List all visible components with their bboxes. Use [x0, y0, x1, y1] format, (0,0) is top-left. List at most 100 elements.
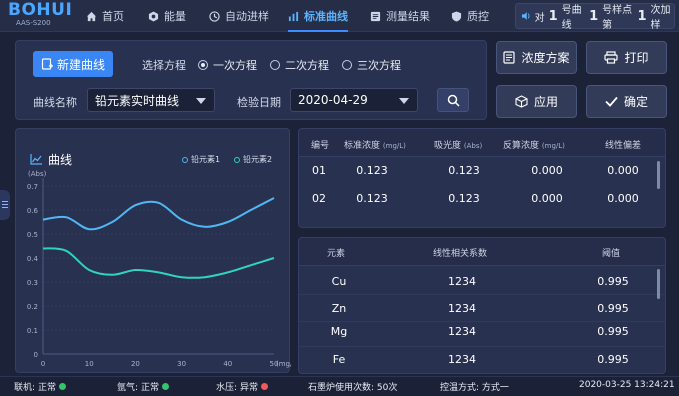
y-tick-label: 0.3 [27, 279, 38, 287]
status-led [162, 383, 170, 390]
notice-text-4: 次加样 [650, 5, 671, 31]
search-button[interactable] [437, 88, 469, 112]
new-curve-button[interactable]: 新建曲线 [33, 51, 113, 77]
radio-linear-label: 一次方程 [213, 59, 257, 72]
menu-icon [2, 201, 8, 202]
notice-point-number: 1 [589, 8, 599, 24]
col-absorbance-label: 吸光度 [434, 141, 462, 151]
notice-sample-number: 1 [637, 8, 647, 24]
document-icon [503, 51, 516, 64]
status-bar: 联机: 正常 氩气: 正常 水压: 异常 石墨炉使用次数: 50次 控温方式: … [0, 376, 679, 396]
tab-standard-curve-label: 标准曲线 [304, 10, 348, 23]
side-drawer-handle[interactable] [0, 190, 10, 220]
confirm-button[interactable]: 确定 [586, 85, 667, 118]
curve-name-value: 铅元素实时曲线 [95, 93, 180, 108]
home-icon [86, 11, 97, 21]
chart-icon [288, 11, 299, 21]
water-label: 水压: [216, 383, 238, 393]
series-line-2 [42, 247, 275, 279]
series-line-1 [42, 197, 275, 231]
cell-element: Fe [332, 353, 346, 366]
concentration-plan-label: 浓度方案 [521, 51, 570, 65]
date-select[interactable]: 2020-04-29 [290, 88, 418, 112]
radio-quadratic[interactable]: 二次方程 [270, 57, 329, 73]
tab-results-label: 测量结果 [386, 10, 430, 23]
notice-text-1: 对 [534, 12, 545, 24]
col-standard-conc-unit: (mg/L) [382, 142, 406, 150]
tab-home[interactable]: 首页 [86, 0, 124, 32]
col-element: 元素 [327, 249, 346, 259]
radio-dot [342, 60, 352, 70]
cell-number: 02 [312, 192, 326, 205]
confirm-label: 确定 [623, 95, 648, 109]
legend-marker [234, 156, 240, 163]
speaker-icon [522, 12, 530, 20]
search-icon [447, 94, 460, 107]
x-axis-label: (mg/L) [276, 360, 291, 368]
radio-quadratic-label: 二次方程 [285, 59, 329, 72]
apply-label: 应用 [533, 95, 558, 109]
radio-linear[interactable]: 一次方程 [198, 57, 257, 73]
datetime-text: 2020-03-25 13:24:21 [579, 380, 675, 390]
x-tick-label: 10 [85, 360, 94, 368]
cube-icon [515, 95, 528, 108]
cell-correlation: 1234 [448, 275, 476, 288]
y-axis-label: (Abs) [28, 170, 47, 178]
col-absorbance: 吸光度 (Abs) [434, 138, 482, 151]
y-tick-label: 0.1 [27, 327, 38, 335]
radio-dot [270, 60, 280, 70]
new-doc-icon [41, 58, 53, 70]
apply-button[interactable]: 应用 [496, 85, 577, 118]
equation-label: 选择方程 [142, 59, 186, 72]
curve-name-select[interactable]: 铅元素实时曲线 [87, 88, 215, 112]
y-tick-label: 0.4 [27, 255, 39, 263]
tab-autosampler-label: 自动进样 [225, 10, 269, 23]
col-back-calc-conc: 反算浓度 (mg/L) [503, 138, 565, 151]
standard-points-table: 编号 标准浓度 (mg/L) 吸光度 (Abs) 反算浓度 (mg/L) 线性偏… [298, 128, 666, 228]
argon-value: 正常 [141, 383, 160, 393]
x-tick-label: 0 [41, 360, 45, 368]
cell-element: Cu [331, 275, 347, 288]
logo: BOHUI AAS-S200 [8, 2, 72, 30]
notice-curve-number: 1 [548, 8, 558, 24]
cell-absorbance: 0.123 [448, 164, 480, 177]
radio-cubic[interactable]: 三次方程 [342, 57, 401, 73]
chart-title-text: 曲线 [48, 153, 73, 167]
print-button[interactable]: 打印 [586, 41, 667, 74]
status-online: 联机: 正常 [14, 380, 67, 393]
autosampler-icon [209, 10, 220, 22]
tab-energy-label: 能量 [164, 10, 186, 23]
temp-ctrl-text: 控温方式: 方式一 [440, 383, 509, 393]
tab-autosampler[interactable]: 自动进样 [209, 0, 269, 32]
row-divider [299, 346, 665, 347]
cell-threshold: 0.995 [597, 325, 629, 338]
cell-threshold: 0.995 [597, 353, 629, 366]
table-scrollbar[interactable] [657, 269, 660, 299]
water-value: 异常 [240, 383, 259, 393]
col-linear-deviation: 线性偏差 [605, 141, 642, 151]
col-back-calc-label: 反算浓度 [503, 141, 540, 151]
logo-text: BOHUI [8, 0, 73, 20]
cell-element: Mg [330, 325, 348, 338]
cell-number: 01 [312, 164, 326, 177]
sampling-notice: 对 1 号曲线 1 号样点第 1 次加样 [515, 3, 675, 31]
furnace-text: 石墨炉使用次数: 50次 [308, 383, 398, 393]
legend-marker [182, 156, 188, 163]
check-icon [605, 96, 618, 107]
new-curve-label: 新建曲线 [56, 57, 105, 72]
legend-series-2: 铅元素2 [234, 154, 272, 165]
cell-standard-conc: 0.123 [356, 192, 388, 205]
status-led [59, 383, 67, 390]
tab-results[interactable]: 测量结果 [370, 0, 430, 32]
col-absorbance-unit: (Abs) [463, 142, 483, 150]
table-scrollbar[interactable] [657, 161, 660, 189]
tab-standard-curve[interactable]: 标准曲线 [288, 0, 348, 32]
cell-back-calc-conc: 0.000 [531, 192, 563, 205]
tab-quality-control[interactable]: 质控 [451, 0, 489, 32]
concentration-plan-button[interactable]: 浓度方案 [496, 41, 577, 74]
tab-energy[interactable]: 能量 [148, 0, 186, 32]
cell-threshold: 0.995 [597, 302, 629, 315]
curve-chart-panel: 0 0.1 0.2 0.3 0.4 0.5 0.6 0.7 0 10 20 30 40 50 (Abs) (m… [15, 128, 291, 373]
legend-series-2-label: 铅元素2 [243, 155, 273, 164]
cell-element: Zn [331, 302, 347, 315]
